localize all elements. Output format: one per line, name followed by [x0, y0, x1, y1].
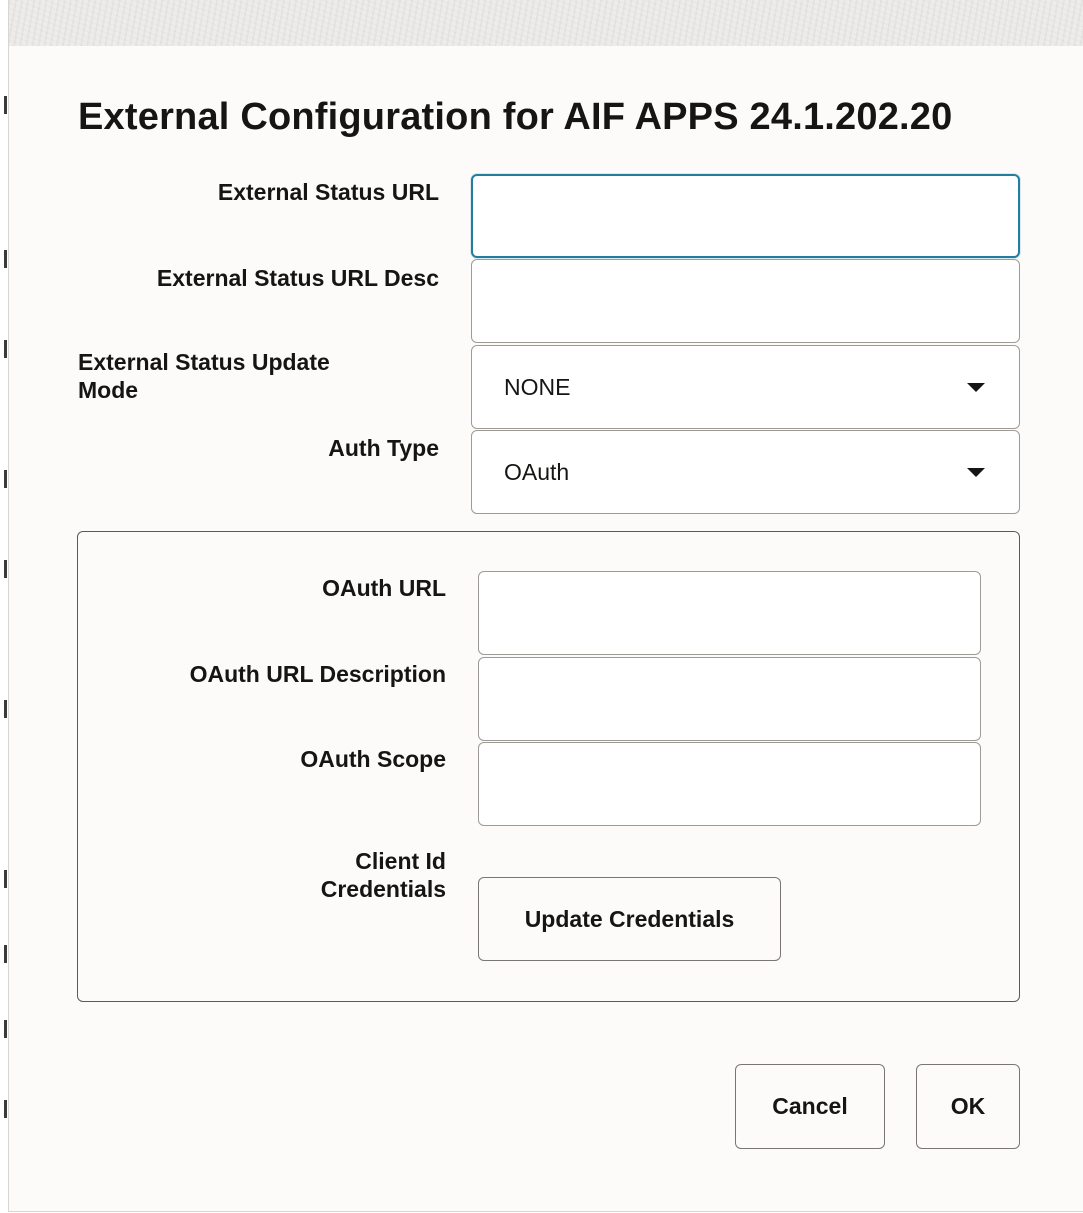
external-status-url-input[interactable]: [471, 174, 1020, 258]
external-status-update-mode-label: External Status Update Mode: [78, 348, 438, 404]
oauth-scope-label: OAuth Scope: [300, 746, 446, 772]
ok-button[interactable]: OK: [916, 1064, 1020, 1149]
auth-type-value: OAuth: [504, 458, 570, 485]
oauth-url-description-label: OAuth URL Description: [189, 661, 446, 687]
external-configuration-dialog: External Configuration for AIF APPS 24.1…: [4, 0, 1083, 1212]
oauth-url-description-input[interactable]: [478, 657, 981, 741]
client-id-credentials-label: Client Id Credentials: [78, 847, 446, 903]
external-status-update-mode-label-line1: External Status Update: [78, 349, 330, 375]
oauth-url-input[interactable]: [478, 571, 981, 655]
external-status-update-mode-label-line2: Mode: [78, 377, 139, 403]
client-id-credentials-label-line2: Credentials: [320, 876, 446, 902]
external-status-url-label: External Status URL: [217, 179, 439, 205]
client-id-credentials-label-line1: Client Id: [355, 848, 446, 874]
cancel-button[interactable]: Cancel: [735, 1064, 885, 1149]
dialog-header-strip: [9, 0, 1083, 46]
oauth-settings-group: OAuth URL OAuth URL Description OAuth Sc…: [77, 531, 1020, 1002]
dialog-title: External Configuration for AIF APPS 24.1…: [78, 96, 953, 138]
oauth-url-label: OAuth URL: [322, 575, 446, 601]
auth-type-select[interactable]: OAuth: [471, 430, 1020, 514]
external-status-url-desc-input[interactable]: [471, 259, 1020, 343]
auth-type-label: Auth Type: [328, 435, 439, 461]
update-credentials-button[interactable]: Update Credentials: [478, 877, 781, 961]
chevron-down-icon: [967, 468, 985, 477]
external-status-update-mode-value: NONE: [504, 373, 571, 400]
external-status-update-mode-select[interactable]: NONE: [471, 345, 1020, 429]
external-status-url-desc-label: External Status URL Desc: [156, 265, 439, 291]
oauth-scope-input[interactable]: [478, 742, 981, 826]
chevron-down-icon: [967, 383, 985, 392]
